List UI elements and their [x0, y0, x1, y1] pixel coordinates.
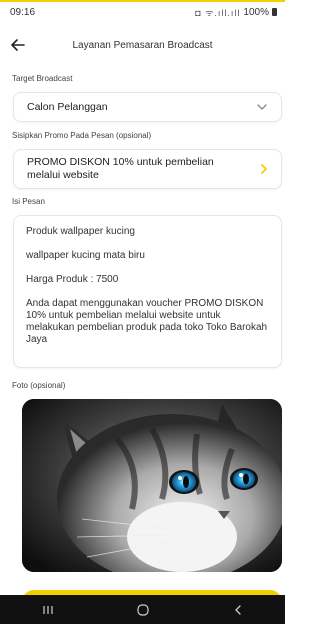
- promo-select[interactable]: PROMO DISKON 10% untuk pembelian melalui…: [13, 149, 282, 189]
- status-right: ◘ ᯤ.ıll.ıll 100%: [195, 6, 277, 19]
- message-textarea[interactable]: Produk wallpaper kucing wallpaper kucing…: [13, 215, 282, 368]
- nav-back-button[interactable]: [223, 600, 253, 620]
- battery-text: 100%: [243, 6, 269, 18]
- back-button[interactable]: [4, 33, 32, 57]
- home-button[interactable]: [128, 600, 158, 620]
- status-time: 09:16: [10, 6, 36, 18]
- target-select[interactable]: Calon Pelanggan: [13, 92, 282, 122]
- recent-apps-button[interactable]: [33, 600, 63, 620]
- status-bar: 09:16 ◘ ᯤ.ıll.ıll 100%: [0, 2, 285, 22]
- system-nav-bar: [0, 595, 285, 624]
- target-value: Calon Pelanggan: [27, 101, 108, 113]
- photo-preview[interactable]: [22, 399, 282, 572]
- message-line: Harga Produk : 7500: [26, 274, 119, 285]
- header: Layanan Pemasaran Broadcast: [0, 30, 285, 60]
- cat-photo: [22, 399, 282, 572]
- message-line: wallpaper kucing mata biru: [26, 250, 145, 261]
- message-line: Anda dapat menggunakan voucher PROMO DIS…: [26, 298, 268, 345]
- back-triangle-icon: [234, 604, 241, 615]
- target-label: Target Broadcast: [12, 74, 73, 83]
- signal-icons: ◘ ᯤ.ıll.ıll: [195, 7, 241, 18]
- battery-icon: [272, 8, 277, 16]
- arrow-left-icon: [11, 39, 25, 51]
- promo-label: Sisipkan Promo Pada Pesan (opsional): [12, 131, 152, 140]
- message-line: Produk wallpaper kucing: [26, 226, 135, 237]
- recent-apps-icon: [42, 605, 53, 614]
- chevron-down-icon: [257, 104, 267, 110]
- chevron-right-icon: [261, 164, 267, 174]
- message-label: Isi Pesan: [12, 197, 45, 206]
- home-icon: [136, 603, 149, 616]
- page-title: Layanan Pemasaran Broadcast: [72, 39, 213, 51]
- photo-label: Foto (opsional): [12, 381, 66, 390]
- promo-value: PROMO DISKON 10% untuk pembelian melalui…: [27, 156, 214, 181]
